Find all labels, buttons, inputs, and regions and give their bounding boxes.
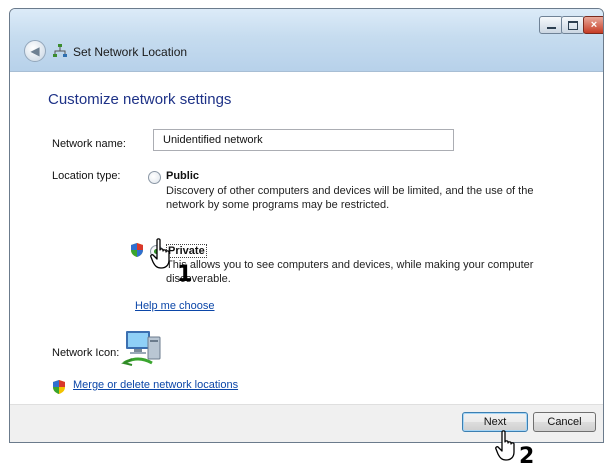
network-name-label: Network name: — [52, 138, 126, 150]
merge-delete-locations-link[interactable]: Merge or delete network locations — [73, 379, 238, 391]
dialog-content: Customize network settings Network name:… — [10, 72, 603, 404]
uac-shield-icon — [53, 380, 65, 394]
window-title: Set Network Location — [73, 45, 188, 59]
step-1-marker: 1 — [177, 262, 193, 287]
network-icon — [53, 44, 67, 57]
hand-cursor-icon — [495, 430, 515, 461]
network-computers-icon[interactable] — [120, 327, 164, 367]
public-option-description: Discovery of other computers and devices… — [166, 185, 534, 211]
page-title: Customize network settings — [48, 91, 232, 108]
uac-shield-icon — [131, 243, 143, 257]
maximize-icon — [568, 20, 578, 30]
title-bar: × ◀ Set Network Location — [10, 9, 603, 72]
step-2-marker: 2 — [519, 444, 535, 469]
private-option-description: This allows you to see computers and dev… — [166, 259, 534, 285]
location-type-label: Location type: — [52, 170, 121, 182]
help-me-choose-link[interactable]: Help me choose — [135, 300, 215, 312]
public-radio[interactable] — [148, 171, 161, 184]
maximize-button[interactable] — [561, 16, 585, 34]
close-button[interactable]: × — [583, 16, 603, 34]
back-arrow-icon: ◀ — [30, 44, 40, 58]
set-network-location-window: × ◀ Set Network Location Customize netwo… — [9, 8, 604, 443]
hand-cursor-icon — [150, 238, 170, 269]
minimize-icon — [546, 27, 556, 29]
next-button[interactable]: Next — [462, 412, 528, 432]
network-icon-label: Network Icon: — [52, 347, 120, 359]
back-button[interactable]: ◀ — [24, 40, 46, 62]
cancel-button[interactable]: Cancel — [533, 412, 596, 432]
network-name-field[interactable] — [153, 129, 454, 151]
minimize-button[interactable] — [539, 16, 563, 34]
public-option-label[interactable]: Public — [166, 170, 199, 182]
close-icon: × — [590, 18, 598, 31]
